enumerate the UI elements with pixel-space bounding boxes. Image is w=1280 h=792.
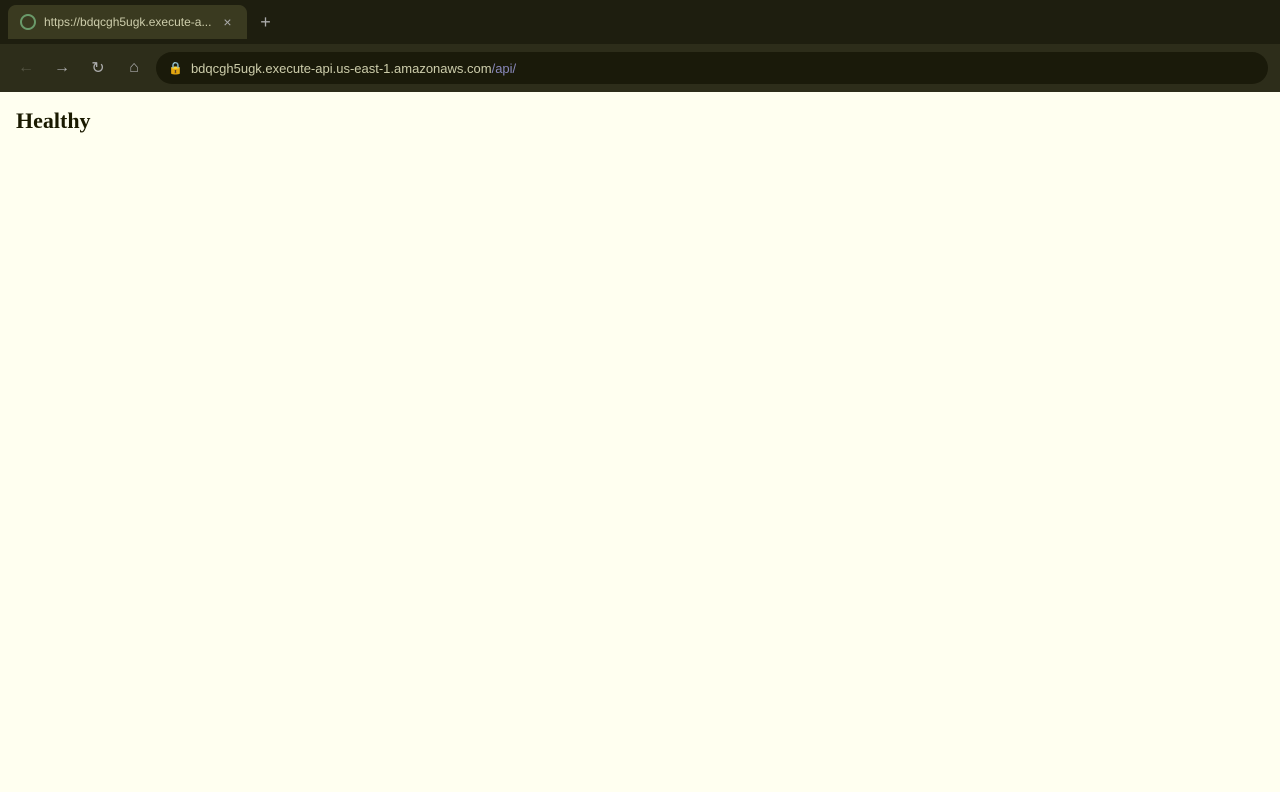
url-path: /api/ <box>492 61 517 76</box>
home-button[interactable]: ⌂ <box>120 54 148 82</box>
forward-button[interactable]: → <box>48 54 76 82</box>
reload-button[interactable]: ↻ <box>84 54 112 82</box>
new-tab-button[interactable]: + <box>251 8 279 36</box>
lock-icon: 🔒 <box>168 61 183 75</box>
back-icon: ← <box>18 59 34 77</box>
tab-close-button[interactable]: × <box>219 14 235 30</box>
tab-title: https://bdqcgh5ugk.execute-a... <box>44 15 211 29</box>
tab-favicon-icon <box>20 14 36 30</box>
home-icon: ⌂ <box>129 59 139 77</box>
back-button[interactable]: ← <box>12 54 40 82</box>
address-bar[interactable]: 🔒 bdqcgh5ugk.execute-api.us-east-1.amazo… <box>156 52 1268 84</box>
tab-bar: https://bdqcgh5ugk.execute-a... × + <box>0 0 1280 44</box>
page-content: Healthy <box>0 92 1280 792</box>
url-base: bdqcgh5ugk.execute-api.us-east-1.amazona… <box>191 61 492 76</box>
nav-bar: ← → ↻ ⌂ 🔒 bdqcgh5ugk.execute-api.us-east… <box>0 44 1280 92</box>
address-url: bdqcgh5ugk.execute-api.us-east-1.amazona… <box>191 61 516 76</box>
reload-icon: ↻ <box>91 58 104 78</box>
browser-chrome: https://bdqcgh5ugk.execute-a... × + ← → … <box>0 0 1280 92</box>
healthy-status-text: Healthy <box>16 108 91 133</box>
browser-tab[interactable]: https://bdqcgh5ugk.execute-a... × <box>8 5 247 39</box>
forward-icon: → <box>54 59 70 77</box>
